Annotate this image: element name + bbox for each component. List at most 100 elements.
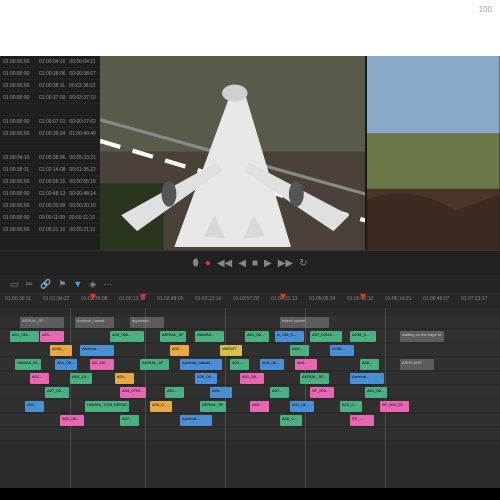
timeline-clip[interactable]: A04... — [295, 359, 317, 370]
timeline-clip[interactable]: A04_18... — [70, 373, 92, 384]
timeline-clip[interactable]: Island sunset — [280, 317, 329, 328]
media-pool-row[interactable]: 01:00:00:0001:00:07:0100:00:07:02 — [0, 116, 100, 128]
timeline-clip[interactable]: A01_061... — [10, 331, 39, 342]
timeline-clip[interactable]: A238_0... — [350, 331, 376, 342]
next-button[interactable]: ▶▶ — [278, 258, 293, 269]
timeline-clip[interactable]: Archival_hawai... — [75, 317, 114, 328]
media-pool-row[interactable]: 01:00:00:0001:00:48:1300:00:48:14 — [0, 188, 100, 200]
timeline-clip[interactable]: A04_08... — [260, 359, 284, 370]
ruler-tick: 01:05:40:10 — [347, 296, 373, 302]
media-pool-row[interactable]: 01:00:00:0001:00:20:0900:00:20:10 — [0, 200, 100, 212]
timeline-track[interactable] — [0, 386, 500, 399]
timeline-clip[interactable]: A23_0... — [340, 401, 362, 412]
timeline-clip[interactable]: HAWAII... — [195, 331, 224, 342]
timeline-clip[interactable]: approach — [130, 317, 164, 328]
timeline-clip[interactable]: HAWAII_TOM_DROID... — [85, 401, 129, 412]
media-pool[interactable]: 01:00:00:0001:00:04:1000:00:04:1101:00:0… — [0, 56, 100, 250]
timeline-clip[interactable]: A_238_0... — [275, 331, 304, 342]
timeline-ruler[interactable]: 01:00:30:1101:01:04:2201:01:39:0801:02:1… — [0, 294, 500, 308]
timeline-clip[interactable]: HAWAII_04... — [15, 359, 41, 370]
timeline-clip[interactable]: Archival... — [350, 373, 384, 384]
ruler-tick: 01:03:22:16 — [195, 296, 221, 302]
more-icon[interactable]: ⋯ — [103, 279, 112, 290]
viewers — [100, 56, 500, 250]
timeline-clip[interactable]: A01_06... — [55, 359, 77, 370]
timeline-clip[interactable]: A01_06... — [60, 415, 84, 426]
timeline-clip[interactable]: A26_060... — [110, 331, 144, 342]
timeline-clip[interactable]: AERIAL_SF — [140, 359, 169, 370]
timeline-clip[interactable]: A04_0703... — [120, 387, 146, 398]
media-pool-row[interactable] — [0, 104, 100, 116]
timeline-clip[interactable]: waiting on the edge of... — [400, 331, 444, 342]
snap-tool[interactable]: ◈ — [89, 279, 96, 290]
timeline-clip[interactable]: A26_06... — [195, 373, 217, 384]
stop-button[interactable]: ■ — [252, 258, 258, 269]
timeline-clip[interactable]: A07... — [270, 387, 289, 398]
timeline-track[interactable] — [0, 428, 500, 441]
media-pool-row[interactable]: 01:00:00:0001:05:21:1000:05:21:11 — [0, 224, 100, 236]
timeline-clip[interactable]: A01_06... — [290, 401, 314, 412]
media-pool-row[interactable]: 01:00:00:0000:00:11:0900:00:11:10 — [0, 212, 100, 224]
timeline-clip[interactable]: A01_06... — [365, 387, 387, 398]
timeline-clip[interactable]: A01... — [30, 373, 49, 384]
media-pool-row[interactable] — [0, 140, 100, 152]
timeline-clip[interactable]: A01... — [165, 387, 184, 398]
cam-icon[interactable]: ⬮ — [193, 258, 199, 269]
timeline-clip[interactable]: A0_110 — [90, 359, 114, 370]
media-pool-row[interactable]: 01:00:00:0001:00:55:1500:00:55:16 — [0, 176, 100, 188]
timeline-clip[interactable]: A01_06... — [245, 331, 269, 342]
timeline-clip[interactable]: A02... — [170, 345, 189, 356]
timeline-clip[interactable]: AERIAL_SF — [160, 331, 186, 342]
timeline-clip[interactable]: A01_06... — [240, 373, 264, 384]
program-viewer[interactable] — [367, 56, 500, 250]
timeline-clip[interactable]: A01... — [40, 331, 64, 342]
media-pool-row[interactable]: 01:00:00:0001:00:39:2401:00:40:49 — [0, 128, 100, 140]
timeline-clip[interactable]: A04... — [250, 401, 269, 412]
timeline-clip[interactable]: A26... — [360, 359, 379, 370]
source-viewer[interactable] — [100, 56, 365, 250]
blade-tool[interactable]: ✂ — [26, 279, 34, 290]
play-button[interactable]: ▶ — [264, 258, 272, 269]
timeline-clip[interactable]: AERIAL_SF — [200, 401, 226, 412]
flag-tool[interactable]: ⚑ — [58, 279, 66, 290]
timeline-clip[interactable]: A07... — [120, 415, 139, 426]
timeline-clip[interactable]: AERIAL_SF... — [300, 373, 329, 384]
timeline-clip[interactable]: A26... — [210, 387, 232, 398]
media-pool-row[interactable]: 01:00:00:0001:00:38:0600:00:38:07 — [0, 68, 100, 80]
timeline-clip[interactable]: Archival... — [180, 415, 212, 426]
timeline-clip[interactable]: VAR107 — [220, 345, 242, 356]
media-pool-row[interactable]: 01:00:00:0001:00:04:1000:00:04:11 — [0, 56, 100, 68]
record-button[interactable]: ● — [205, 258, 211, 269]
timeline-clip[interactable]: SF_... — [350, 415, 374, 426]
timeline[interactable]: AERIAL_SF... Archival_hawai... approach Isl… — [0, 308, 500, 488]
timeline-clip[interactable]: A26_0... — [150, 401, 172, 412]
media-pool-row[interactable]: 01:00:38:1101:02:14:0800:01:35:22 — [0, 164, 100, 176]
timeline-clip[interactable]: A01... — [115, 373, 134, 384]
timeline-clip[interactable]: A23... — [230, 359, 249, 370]
main-area: 01:00:00:0001:00:04:1000:00:04:1101:00:0… — [0, 56, 500, 250]
timeline-clip[interactable]: A238... — [330, 345, 354, 356]
media-pool-row[interactable]: 01:00:04:1001:05:38:0600:05:33:21 — [0, 152, 100, 164]
prev-button[interactable]: ◀◀ — [217, 258, 232, 269]
timeline-clip[interactable]: Archival_hawaii... — [180, 359, 222, 370]
timeline-clip[interactable]: A240_... — [50, 345, 72, 356]
edit-line — [145, 308, 146, 488]
timeline-clip[interactable]: A07_02110... — [310, 331, 342, 342]
timeline-clip[interactable]: A26... — [290, 345, 309, 356]
timeline-clip[interactable]: A01... — [25, 401, 44, 412]
loop-button[interactable]: ↻ — [299, 258, 307, 269]
timeline-clip[interactable]: AERIAL_SF... — [20, 317, 64, 328]
timeline-clip[interactable]: A26_0... — [280, 415, 302, 426]
timeline-clip[interactable]: SF_003_01... — [380, 401, 409, 412]
media-pool-row[interactable]: 01:00:00:0001:00:38:1100:03:38:12 — [0, 80, 100, 92]
timeline-clip[interactable]: AIRPLANE — [400, 359, 434, 370]
timeline-clip[interactable]: A27_03... — [45, 387, 69, 398]
media-pool-row[interactable]: 01:00:00:0001:00:37:0900:03:37:10 — [0, 92, 100, 104]
play-rev-button[interactable]: ◀ — [238, 258, 246, 269]
timeline-clip[interactable]: Archival... — [80, 345, 114, 356]
selection-tool[interactable]: ▭ — [10, 279, 19, 290]
link-tool[interactable]: 🔗 — [40, 279, 51, 290]
marker-tool[interactable]: ▼ — [73, 279, 82, 289]
timeline-clip[interactable]: SF_003... — [310, 387, 334, 398]
timeline-track[interactable] — [0, 344, 500, 357]
